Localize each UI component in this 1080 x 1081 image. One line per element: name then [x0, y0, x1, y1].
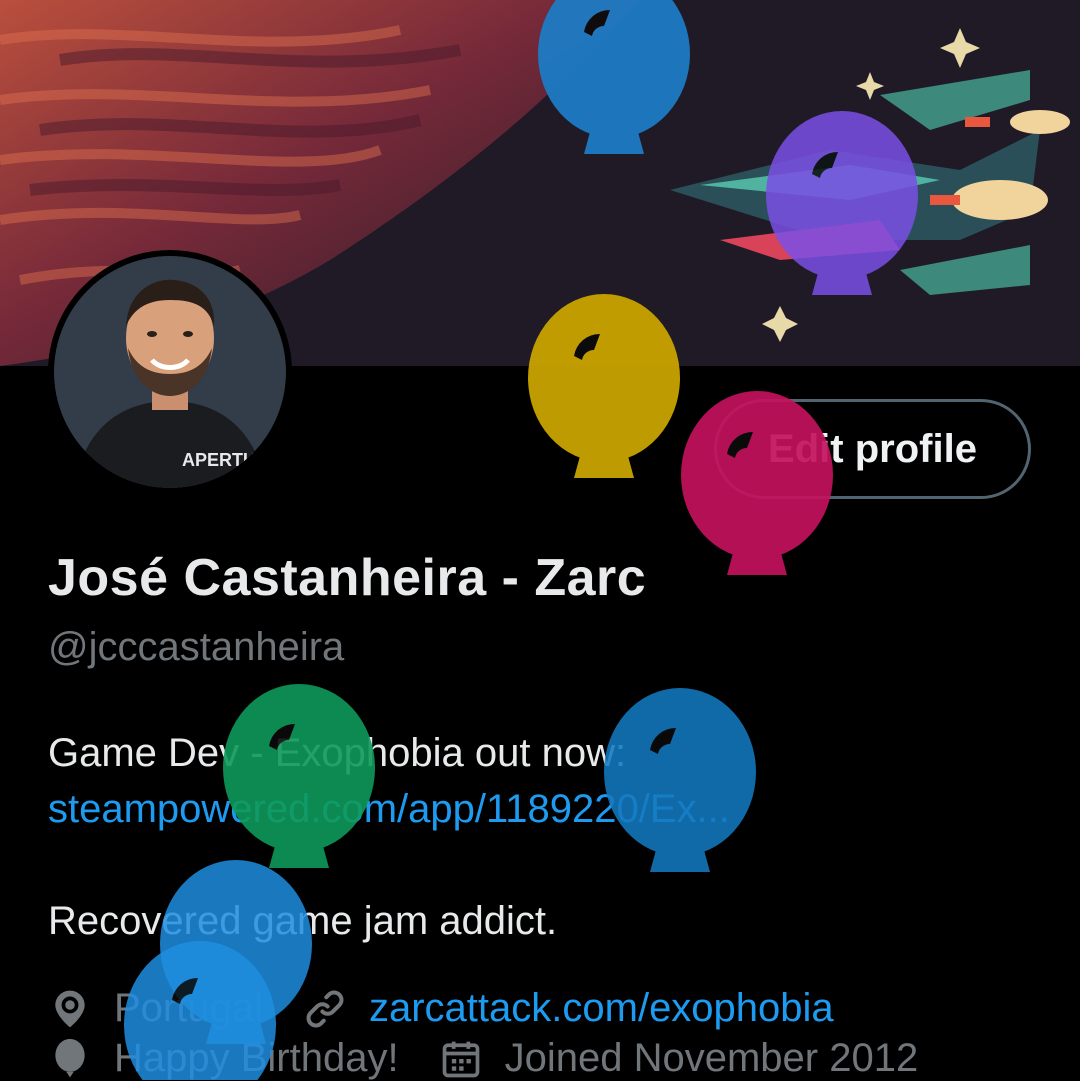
avatar-shirt-text: APERTURE [182, 450, 281, 470]
profile-meta-row: Portugal zarcattack.com/exophobia [48, 986, 874, 1031]
joined-text: Joined November 2012 [504, 1036, 919, 1080]
birthday-text: Happy Birthday! [114, 1036, 399, 1080]
location-text: Portugal [114, 986, 263, 1030]
profile-bio: Game Dev - Exophobia out now: steampower… [48, 725, 1028, 949]
bio-line: Recovered game jam addict. [48, 899, 558, 943]
website-link[interactable]: zarcattack.com/exophobia [369, 986, 834, 1031]
joined-item: Joined November 2012 [439, 1036, 919, 1081]
display-name: José Castanheira - Zarc [48, 549, 647, 607]
profile-meta-row: Happy Birthday! Joined November 2012 [48, 1036, 958, 1081]
avatar-photo: APERTURE [54, 256, 286, 488]
website-item: zarcattack.com/exophobia [303, 986, 834, 1031]
profile-avatar[interactable]: APERTURE [48, 250, 292, 494]
bio-line: Game Dev - Exophobia out now: [48, 731, 627, 775]
location-pin-icon [48, 987, 92, 1031]
bio-link[interactable]: steampowered.com/app/1189220/Ex... [48, 781, 1028, 837]
user-handle: @jcccastanheira [48, 625, 345, 669]
location-item: Portugal [48, 986, 263, 1031]
calendar-icon [439, 1037, 483, 1081]
link-icon [303, 987, 347, 1031]
edit-profile-button[interactable]: Edit profile [714, 399, 1031, 499]
birthday-item: Happy Birthday! [48, 1036, 399, 1081]
bio-spacer [48, 837, 1028, 893]
balloon-icon [48, 1037, 92, 1081]
